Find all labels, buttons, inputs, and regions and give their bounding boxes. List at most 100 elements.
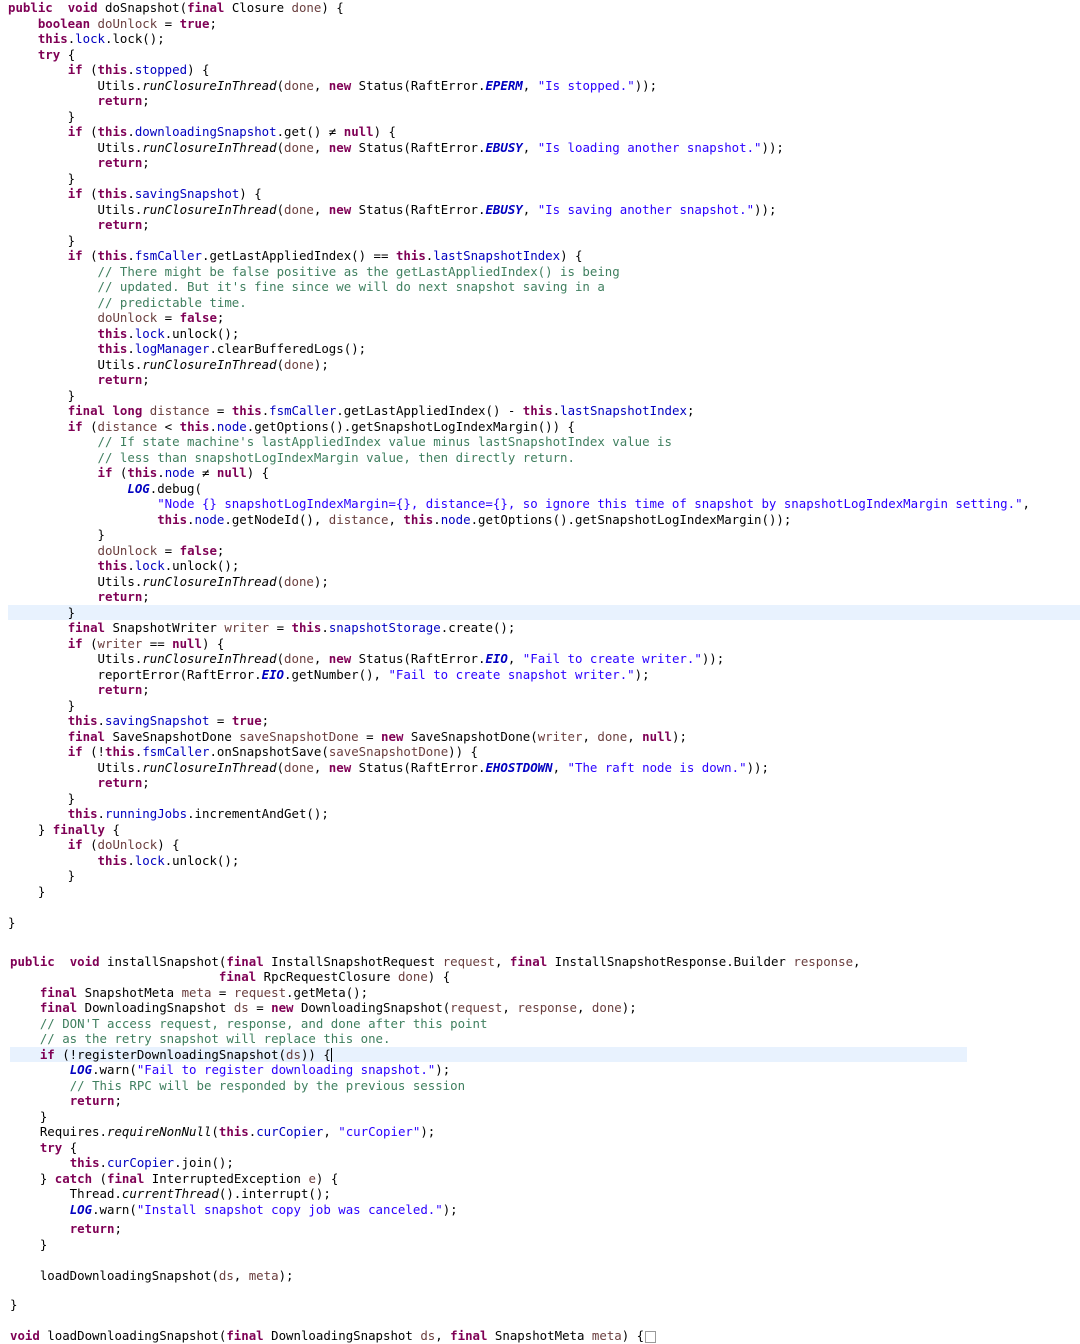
code-line[interactable]: Utils.runClosureInThread(done, new Statu…	[8, 77, 658, 94]
code-text: }	[8, 821, 53, 837]
code-text: ,	[313, 139, 329, 155]
code-line[interactable]: }	[8, 884, 45, 900]
code-line[interactable]: this.logManager.clearBufferedLogs();	[8, 341, 367, 357]
code-line[interactable]: } finally {	[8, 822, 120, 838]
code-line[interactable]: }	[10, 1237, 47, 1253]
folded-code-box-icon[interactable]	[645, 1330, 657, 1343]
code-line[interactable]: if (distance < this.node.getOptions().ge…	[8, 419, 575, 435]
code-text: loadDownloadingSnapshot(	[10, 1267, 219, 1283]
code-line[interactable]: LOG.debug(	[8, 481, 202, 497]
code-line[interactable]: // less than snapshotLogIndexMargin valu…	[8, 450, 575, 466]
code-line[interactable]: this.runningJobs.incrementAndGet();	[8, 806, 329, 822]
code-line[interactable]: Requires.requireNonNull(this.curCopier, …	[10, 1124, 435, 1140]
code-line[interactable]: doUnlock = false;	[8, 543, 225, 559]
code-line[interactable]: // If state machine's lastAppliedIndex v…	[8, 434, 672, 450]
code-line[interactable]: this.curCopier.join();	[10, 1155, 234, 1171]
code-text: }	[8, 108, 76, 124]
field: lastSnapshotIndex	[560, 403, 687, 418]
keyword: return	[97, 217, 143, 232]
code-line[interactable]: if (this.stopped) {	[8, 62, 210, 78]
code-line[interactable]: }	[8, 791, 75, 807]
code-line[interactable]: public void doSnapshot(final Closure don…	[8, 0, 344, 16]
code-line[interactable]: if (doUnlock) {	[8, 837, 180, 853]
code-line[interactable]: this.node.getNodeId(), distance, this.no…	[8, 512, 791, 528]
code-line[interactable]: final DownloadingSnapshot ds = new Downl…	[10, 1000, 637, 1016]
code-line[interactable]: }	[10, 1297, 17, 1313]
code-line[interactable]: if (this.savingSnapshot) {	[8, 186, 262, 202]
code-line[interactable]: if (!registerDownloadingSnapshot(ds)) {	[10, 1046, 967, 1062]
code-line[interactable]: return;	[10, 1093, 122, 1109]
code-line[interactable]: }	[8, 233, 75, 249]
code-line[interactable]: LOG.warn("Install snapshot copy job was …	[10, 1202, 458, 1218]
code-line[interactable]: }	[8, 171, 75, 187]
code-text: .	[99, 1155, 107, 1170]
code-line[interactable]: }	[8, 527, 105, 543]
code-line[interactable]: Utils.runClosureInThread(done, new Statu…	[8, 760, 769, 776]
code-line[interactable]: this.lock.unlock();	[8, 853, 240, 869]
comment: // updated. But it's fine since we will …	[97, 279, 605, 294]
code-line[interactable]: Utils.runClosureInThread(done, new Statu…	[8, 202, 777, 218]
code-line[interactable]: // as the retry snapshot will replace th…	[10, 1031, 391, 1047]
code-line[interactable]: }	[8, 388, 75, 404]
code-line[interactable]: // predictable time.	[8, 295, 247, 311]
variable: done	[591, 1000, 622, 1015]
code-line[interactable]: final SnapshotWriter writer = this.snaps…	[8, 620, 516, 636]
code-line[interactable]: try {	[10, 1140, 77, 1156]
code-line[interactable]: LOG.warn("Fail to register downloading s…	[10, 1062, 450, 1078]
code-line[interactable]: // updated. But it's fine since we will …	[8, 279, 605, 295]
code-text: ) {	[201, 635, 225, 651]
code-line[interactable]: if (!this.fsmCaller.onSnapshotSave(saveS…	[8, 744, 478, 760]
code-line[interactable]: if (this.downloadingSnapshot.get() ≠ nul…	[8, 124, 396, 140]
code-line[interactable]: Thread.currentThread().interrupt();	[10, 1186, 331, 1202]
code-line[interactable]: // DON'T access request, response, and d…	[10, 1016, 488, 1032]
keyword: if	[67, 186, 83, 201]
code-text: (	[82, 248, 98, 263]
code-line[interactable]: if (this.node ≠ null) {	[8, 465, 270, 481]
code-line[interactable]: "Node {} snapshotLogIndexMargin={}, dist…	[8, 496, 1030, 512]
code-line[interactable]: Utils.runClosureInThread(done);	[8, 574, 329, 590]
code-line[interactable]: }	[8, 868, 75, 884]
code-line[interactable]: return;	[8, 217, 150, 233]
code-line[interactable]: this.savingSnapshot = true;	[8, 713, 269, 729]
code-line[interactable]: if (writer == null) {	[8, 635, 225, 652]
code-line[interactable]: boolean doUnlock = true;	[8, 16, 217, 32]
code-line[interactable]: // This RPC will be responded by the pre…	[10, 1078, 465, 1094]
code-line[interactable]: return;	[8, 372, 150, 388]
code-line[interactable]: // There might be false positive as the …	[8, 264, 620, 280]
code-line[interactable]: }	[10, 1109, 47, 1125]
code-line[interactable]: Utils.runClosureInThread(done, new Statu…	[8, 651, 725, 667]
code-line[interactable]: }	[8, 109, 75, 125]
code-line[interactable]: doUnlock = false;	[8, 310, 225, 326]
code-line[interactable]: return;	[8, 589, 150, 605]
code-line[interactable]: }	[8, 698, 75, 714]
keyword: void	[67, 0, 98, 15]
code-line[interactable]: reportError(RaftError.EIO.getNumber(), "…	[8, 667, 650, 683]
code-line[interactable]: try {	[8, 47, 75, 63]
code-line[interactable]: }	[8, 604, 1080, 620]
code-line[interactable]: Utils.runClosureInThread(done, new Statu…	[8, 140, 784, 156]
code-line[interactable]: loadDownloadingSnapshot(ds, meta);	[10, 1267, 294, 1284]
code-line[interactable]: return;	[8, 775, 150, 791]
code-line[interactable]: this.lock.lock();	[8, 31, 165, 47]
code-line[interactable]: final SnapshotMeta meta = request.getMet…	[10, 985, 368, 1001]
code-line[interactable]: public void installSnapshot(final Instal…	[10, 954, 861, 970]
code-line[interactable]: final long distance = this. fsmCaller.get…	[8, 403, 695, 419]
code-line[interactable]: }	[8, 915, 15, 931]
code-line[interactable]: Utils.runClosureInThread(done);	[8, 357, 329, 373]
code-line[interactable]: void loadDownloadingSnapshot(final Downl…	[10, 1328, 657, 1344]
code-line[interactable]: return;	[8, 93, 150, 109]
code-editor[interactable]: public void doSnapshot(final Closure don…	[0, 0, 1080, 1343]
code-line[interactable]: return;	[8, 155, 150, 171]
code-line[interactable]: final SaveSnapshotDone saveSnapshotDone …	[8, 729, 687, 745]
string-literal: "Is stopped."	[537, 77, 635, 93]
code-line[interactable]: this.lock.unlock();	[8, 558, 240, 574]
code-line[interactable]: if (this.fsmCaller.getLastAppliedIndex()…	[8, 248, 583, 264]
code-line[interactable]: return;	[8, 682, 150, 698]
code-line[interactable]: return;	[10, 1221, 122, 1237]
code-line[interactable]: final RpcRequestClosure done) {	[10, 969, 450, 985]
field: fsmCaller	[134, 248, 202, 263]
code-line[interactable]: } catch (final InterruptedException e) {	[10, 1171, 338, 1187]
code-line[interactable]: this.lock.unlock();	[8, 326, 240, 342]
